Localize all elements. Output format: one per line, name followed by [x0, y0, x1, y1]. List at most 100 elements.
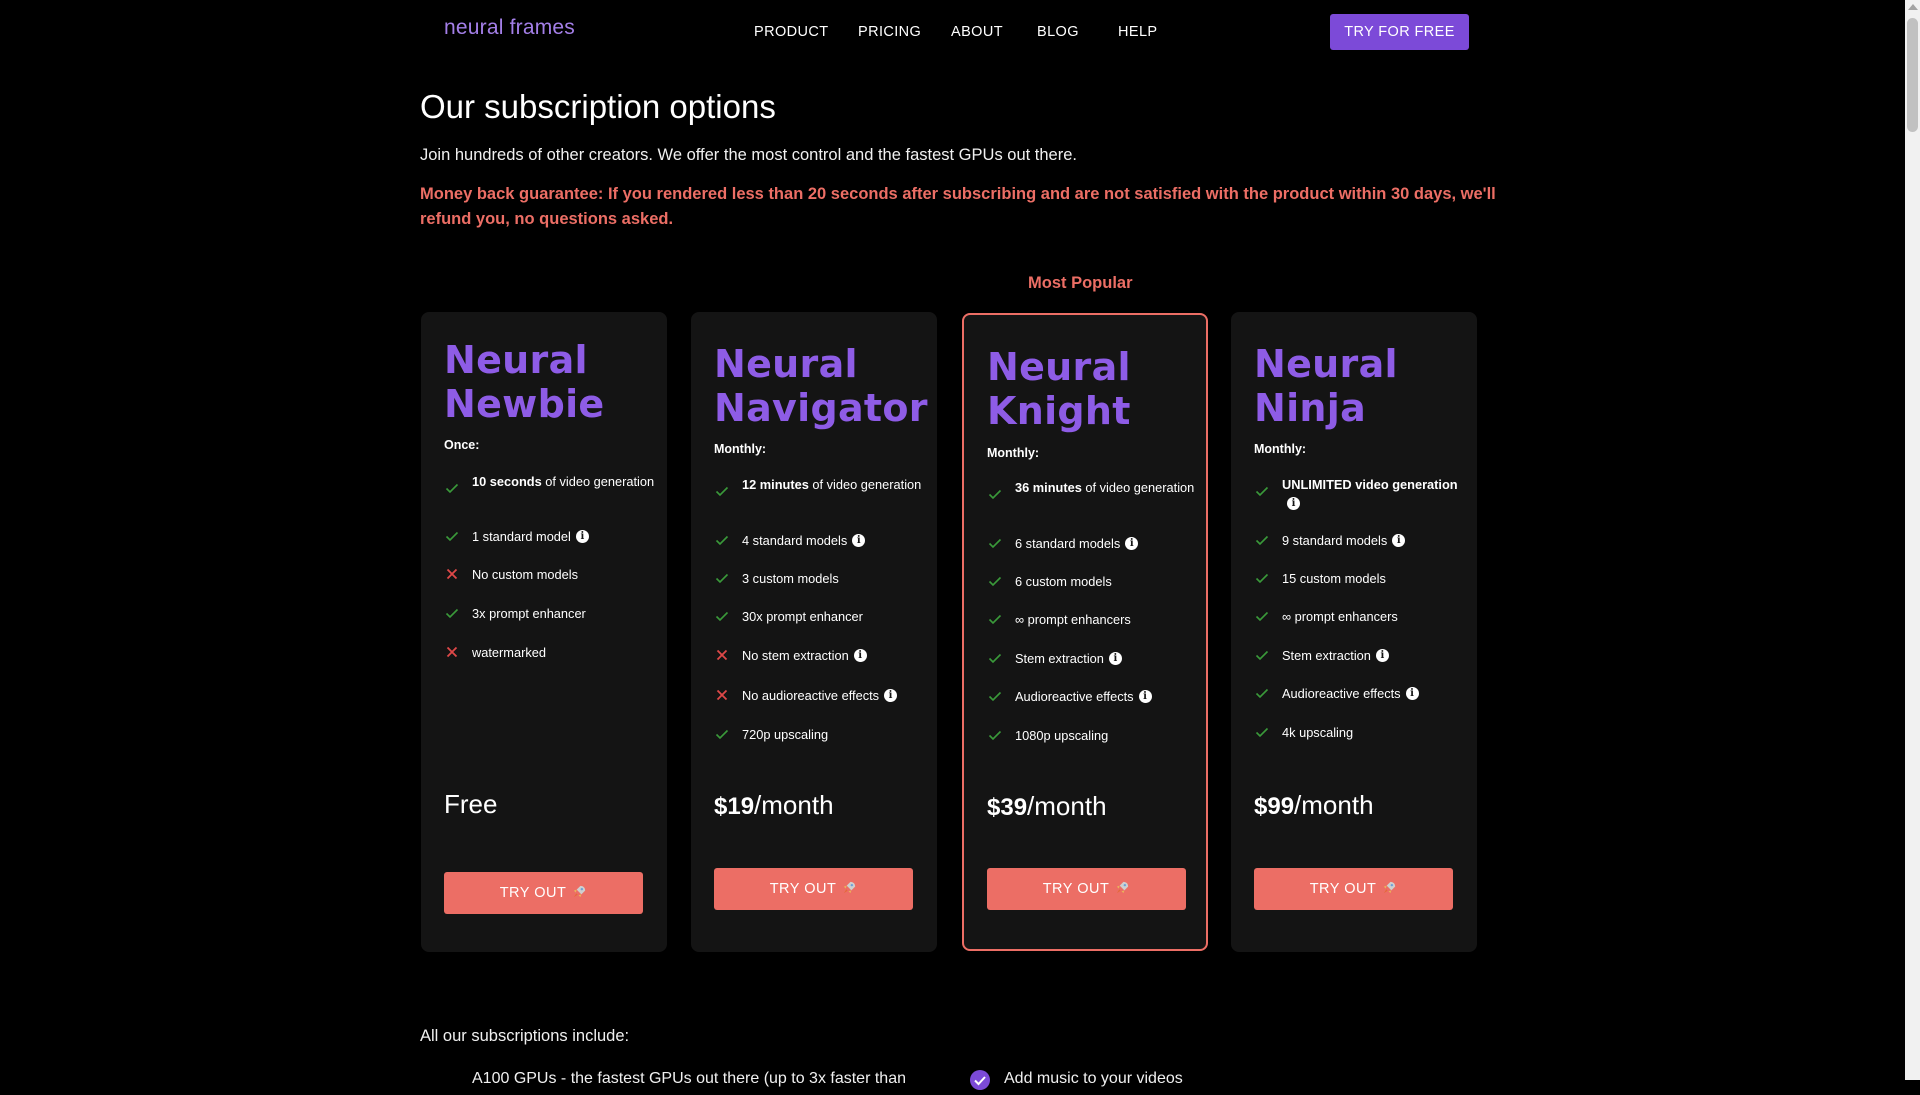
feature-label: 15 custom models: [1282, 571, 1386, 586]
feature-text: 3 custom models: [742, 569, 927, 588]
info-icon[interactable]: i: [1108, 652, 1122, 665]
feature-text: 6 custom models: [1015, 572, 1200, 591]
logo[interactable]: neural frames: [444, 16, 575, 40]
include-item-music: Add music to your videos: [1004, 1070, 1183, 1087]
most-popular-label: Most Popular: [1028, 274, 1133, 292]
includes-heading: All our subscriptions include:: [420, 1027, 630, 1045]
feature-highlight: UNLIMITED video generation: [1282, 477, 1458, 492]
info-icon[interactable]: i: [853, 649, 867, 662]
feature-text: 30x prompt enhancer: [742, 607, 927, 626]
price-amount: $19: [714, 793, 755, 820]
check-icon: [1254, 483, 1270, 499]
feature-text: No stem extraction i: [742, 646, 927, 665]
feature-text: No audioreactive effects i: [742, 686, 927, 705]
check-icon: [987, 611, 1003, 627]
check-icon: [1254, 570, 1270, 586]
nav-product[interactable]: PRODUCT: [754, 24, 829, 40]
plan-title-line: Neural: [444, 338, 588, 382]
try-out-button[interactable]: TRY OUT: [1254, 868, 1453, 910]
plan-title: Neural Newbie: [444, 338, 604, 426]
info-icon[interactable]: i: [1125, 537, 1139, 550]
check-icon: [987, 727, 1003, 743]
rocket-icon: [1115, 880, 1130, 899]
try-out-label: TRY OUT: [499, 885, 567, 901]
feature-label: No custom models: [472, 567, 578, 582]
info-icon[interactable]: i: [884, 689, 898, 702]
info-icon[interactable]: i: [1405, 687, 1419, 700]
info-icon[interactable]: i: [1287, 497, 1300, 510]
try-out-button[interactable]: TRY OUT: [444, 872, 643, 914]
plan-card: Neural Ninja Monthly: UNLIMITED video gener…: [1231, 312, 1477, 952]
check-icon: [1254, 647, 1270, 663]
feature-label: 720p upscaling: [742, 727, 829, 742]
price-text: /month: [1294, 790, 1374, 820]
feature-label: Audioreactive effects: [1282, 686, 1401, 701]
scroll-up-arrow-icon[interactable]: [1908, 4, 1918, 10]
feature-text: 12 minutes of video generation: [742, 475, 927, 494]
price-text: Free: [444, 789, 498, 819]
check-icon: [987, 573, 1003, 589]
feature-label: Stem extraction: [1282, 648, 1371, 663]
info-icon[interactable]: i: [1375, 649, 1389, 662]
try-out-button[interactable]: TRY OUT: [714, 868, 913, 910]
cross-icon: [444, 566, 460, 582]
nav-pricing[interactable]: PRICING: [858, 24, 921, 40]
nav-about[interactable]: ABOUT: [951, 24, 1003, 40]
feature-label: 30x prompt enhancer: [742, 609, 863, 624]
feature-text: Stem extraction i: [1282, 646, 1467, 665]
feature-label: of video generation: [1081, 480, 1195, 495]
feature-label: of video generation: [808, 477, 922, 492]
info-icon[interactable]: i: [852, 534, 866, 547]
include-item-gpus: A100 GPUs - the fastest GPUs out there (…: [472, 1070, 906, 1087]
check-icon: [444, 605, 460, 621]
try-out-label: TRY OUT: [1309, 881, 1377, 897]
check-icon: [1254, 608, 1270, 624]
info-icon[interactable]: i: [575, 530, 589, 543]
price-text: /month: [1027, 791, 1107, 821]
try-out-label: TRY OUT: [769, 881, 837, 897]
plan-title-line: Neural: [1254, 342, 1398, 386]
plan-title-line: Knight: [987, 389, 1131, 433]
check-icon: [714, 608, 730, 624]
check-icon: [444, 528, 460, 544]
nav-help[interactable]: HELP: [1118, 24, 1157, 40]
check-circle-icon: [970, 1070, 990, 1090]
plan-title-line: Neural: [714, 342, 858, 386]
feature-label: 4 standard models: [742, 533, 848, 548]
feature-label: 3x prompt enhancer: [472, 606, 586, 621]
try-out-button[interactable]: TRY OUT: [987, 868, 1186, 910]
feature-label: of video generation: [541, 474, 655, 489]
page-title: Our subscription options: [420, 88, 776, 125]
check-icon: [444, 480, 460, 496]
feature-text: 36 minutes of video generation: [1015, 478, 1200, 497]
check-icon: [987, 486, 1003, 502]
check-icon: [987, 688, 1003, 704]
scrollbar-thumb[interactable]: [1907, 18, 1918, 132]
feature-label: 3 custom models: [742, 571, 839, 586]
top-nav: neural frames PRODUCT PRICING ABOUT BLOG…: [0, 0, 1905, 64]
feature-text: 15 custom models: [1282, 569, 1467, 588]
feature-text: 720p upscaling: [742, 725, 927, 744]
price-text: /month: [754, 790, 834, 820]
feature-text: 1 standard model i: [472, 527, 657, 546]
price-amount: $99: [1254, 793, 1295, 820]
info-icon[interactable]: i: [1392, 534, 1406, 547]
feature-highlight: 36 minutes: [1015, 480, 1082, 495]
check-icon: [987, 650, 1003, 666]
plan-card: Neural Knight Monthly: 36 minutes of video …: [962, 313, 1208, 951]
info-icon[interactable]: i: [1138, 690, 1152, 703]
billing-period: Once:: [444, 438, 480, 452]
try-for-free-button[interactable]: TRY FOR FREE: [1330, 14, 1469, 50]
cross-icon: [444, 644, 460, 660]
plan-title-line: Newbie: [444, 382, 605, 426]
nav-blog[interactable]: BLOG: [1037, 24, 1079, 40]
billing-period: Monthly:: [987, 446, 1040, 460]
check-icon: [1254, 724, 1270, 740]
feature-text: 4 standard models i: [742, 531, 927, 550]
scrollbar[interactable]: [1905, 0, 1920, 1080]
check-icon: [1254, 685, 1270, 701]
check-icon: [714, 532, 730, 548]
price-amount: $39: [987, 794, 1028, 821]
cross-icon: [714, 647, 730, 663]
plan-card: Neural Navigator Monthly: 12 minutes of vid…: [691, 312, 937, 952]
